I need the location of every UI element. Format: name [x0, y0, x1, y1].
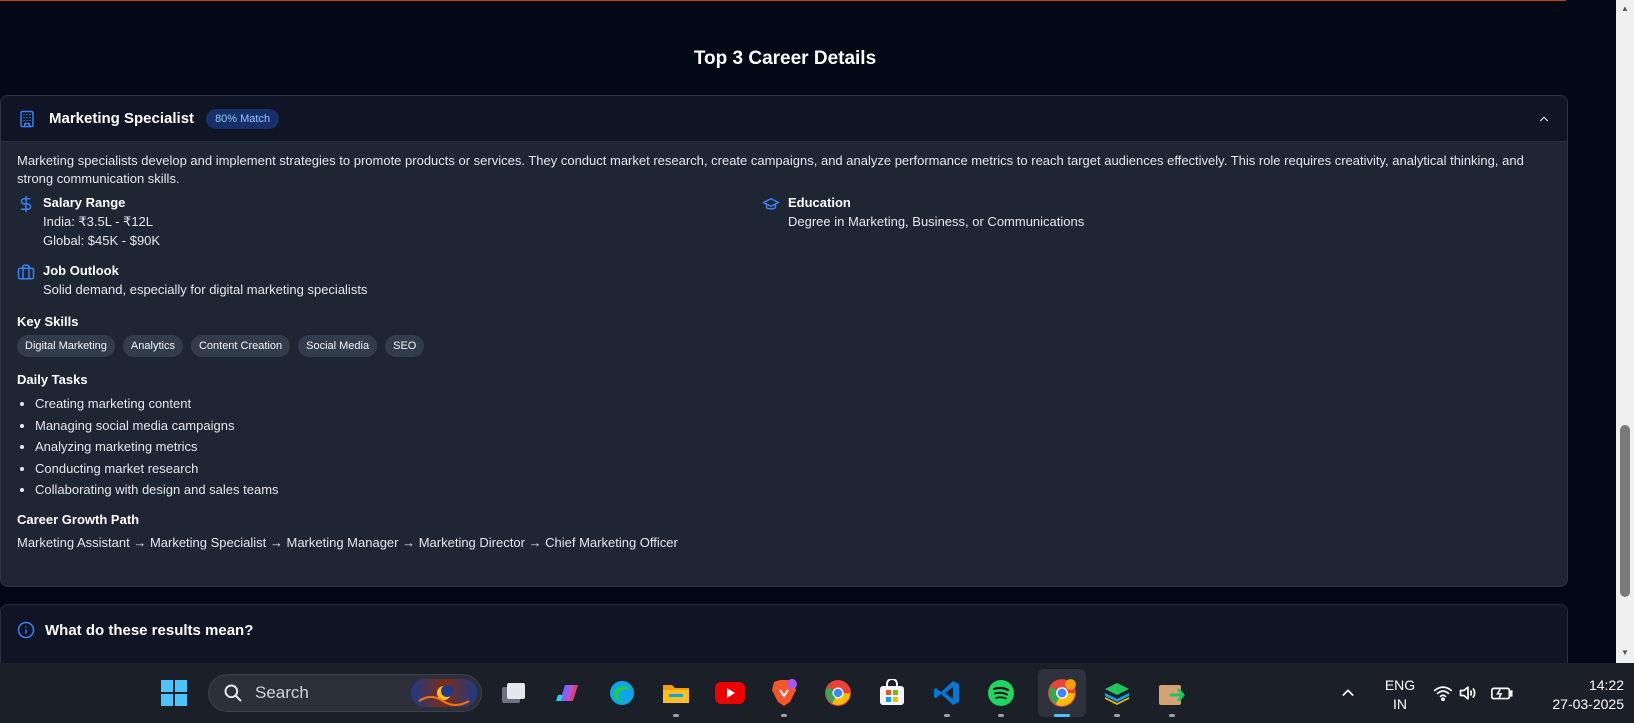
- running-indicator: [1169, 714, 1175, 717]
- section-title: Top 3 Career Details: [693, 48, 877, 69]
- layers-app-icon[interactable]: [1101, 677, 1133, 717]
- info-icon: [17, 621, 35, 639]
- list-item: Creating marketing content: [35, 393, 279, 415]
- info-grid: Salary Range India: ₹3.5L - ₹12L Global:…: [17, 188, 1545, 550]
- career-title: Marketing Specialist: [49, 110, 195, 127]
- date: 27-03-2025: [1552, 696, 1624, 712]
- growth-path: Marketing Assistant → Marketing Speciali…: [17, 535, 678, 550]
- task-view-icon[interactable]: [497, 677, 529, 709]
- running-indicator: [673, 714, 679, 717]
- scroll-down-arrow-icon[interactable]: ▼: [1621, 648, 1629, 657]
- list-item: Collaborating with design and sales team…: [35, 479, 279, 501]
- salary-block: Salary Range India: ₹3.5L - ₹12L Global:…: [17, 194, 160, 250]
- growth-block: Career Growth Path Marketing Assistant →…: [17, 512, 1545, 550]
- match-badge: 80% Match: [206, 108, 280, 129]
- skill-chip: Analytics: [122, 335, 183, 357]
- briefcase-icon: [17, 264, 35, 280]
- education-label: Education: [788, 195, 851, 210]
- search-input[interactable]: Search: [208, 674, 482, 712]
- divider: [0, 0, 1566, 1]
- vscode-icon[interactable]: [931, 677, 963, 717]
- scroll-up-arrow-icon[interactable]: ▲: [1621, 4, 1629, 13]
- results-info-card[interactable]: What do these results mean?: [0, 604, 1568, 663]
- chrome-canary-icon[interactable]: [1038, 669, 1086, 717]
- search-highlight-icon[interactable]: [411, 679, 477, 707]
- education-block: Education Degree in Marketing, Business,…: [762, 194, 1084, 231]
- career-card-header[interactable]: Marketing Specialist 80% Match: [1, 96, 1567, 142]
- growth-title: Career Growth Path: [17, 512, 140, 527]
- brave-icon[interactable]: [768, 677, 800, 717]
- career-card: Marketing Specialist 80% Match Marketing…: [0, 95, 1568, 587]
- outlook-text: Solid demand, especially for digital mar…: [43, 282, 368, 297]
- career-card-body: Marketing specialists develop and implem…: [17, 152, 1545, 550]
- dollar-icon: [20, 195, 32, 213]
- spotify-icon[interactable]: [985, 677, 1017, 717]
- running-indicator: [781, 714, 787, 717]
- language-label: ENG: [1384, 677, 1416, 693]
- chevron-up-icon[interactable]: [1332, 677, 1364, 709]
- language-indicator[interactable]: ENG IN: [1380, 676, 1420, 714]
- outlook-label: Job Outlook: [43, 263, 119, 278]
- search-placeholder: Search: [255, 683, 309, 702]
- region-label: IN: [1393, 696, 1407, 712]
- share-app-icon[interactable]: [1156, 677, 1188, 717]
- youtube-icon[interactable]: [714, 677, 746, 709]
- education-text: Degree in Marketing, Business, or Commun…: [788, 214, 1085, 229]
- skill-chip: Content Creation: [190, 335, 291, 357]
- graduation-cap-icon: [762, 198, 780, 210]
- chrome-icon[interactable]: [822, 677, 854, 709]
- taskbar: Search ENG IN 14:22 27-03-2025: [0, 663, 1634, 723]
- search-icon: [224, 684, 242, 702]
- salary-label: Salary Range: [43, 195, 126, 210]
- list-item: Managing social media campaigns: [35, 415, 279, 437]
- salary-india: India: ₹3.5L - ₹12L: [43, 214, 154, 229]
- vertical-scrollbar[interactable]: ▲ ▼: [1616, 0, 1634, 663]
- microsoft-store-icon[interactable]: [876, 677, 908, 709]
- running-indicator: [998, 714, 1004, 717]
- edge-icon[interactable]: [606, 677, 638, 709]
- copilot-icon[interactable]: [552, 677, 584, 709]
- file-explorer-icon[interactable]: [660, 677, 692, 717]
- outlook-block: Job Outlook Solid demand, especially for…: [17, 262, 367, 299]
- volume-icon[interactable]: [1452, 677, 1484, 709]
- time: 14:22: [1588, 677, 1624, 693]
- clock[interactable]: 14:22 27-03-2025: [1528, 676, 1624, 714]
- tasks-list: Creating marketing content Managing soci…: [17, 393, 279, 501]
- battery-icon[interactable]: [1486, 677, 1518, 709]
- list-item: Conducting market research: [35, 458, 279, 480]
- running-indicator: [1114, 714, 1120, 717]
- start-icon[interactable]: [158, 677, 190, 709]
- tasks-title: Daily Tasks: [17, 372, 88, 387]
- tasks-block: Daily Tasks Creating marketing content M…: [17, 372, 279, 501]
- salary-global: Global: $45K - $90K: [43, 233, 161, 248]
- skills-list: Digital Marketing Analytics Content Crea…: [17, 335, 425, 357]
- building-icon: [17, 109, 37, 129]
- skill-chip: Digital Marketing: [17, 335, 115, 357]
- running-indicator: [944, 714, 950, 717]
- page: Top 3 Career Details Marketing Specialis…: [0, 0, 1616, 663]
- career-description: Marketing specialists develop and implem…: [17, 153, 1524, 186]
- results-card-title: What do these results mean?: [45, 621, 254, 639]
- skill-chip: SEO: [385, 335, 425, 357]
- skill-chip: Social Media: [298, 335, 378, 357]
- active-indicator: [1054, 714, 1070, 717]
- skills-block: Key Skills Digital Marketing Analytics C…: [17, 314, 425, 357]
- scroll-thumb[interactable]: [1620, 425, 1630, 597]
- list-item: Analyzing marketing metrics: [35, 436, 279, 458]
- chevron-up-icon[interactable]: [1533, 108, 1555, 130]
- skills-title: Key Skills: [17, 314, 79, 329]
